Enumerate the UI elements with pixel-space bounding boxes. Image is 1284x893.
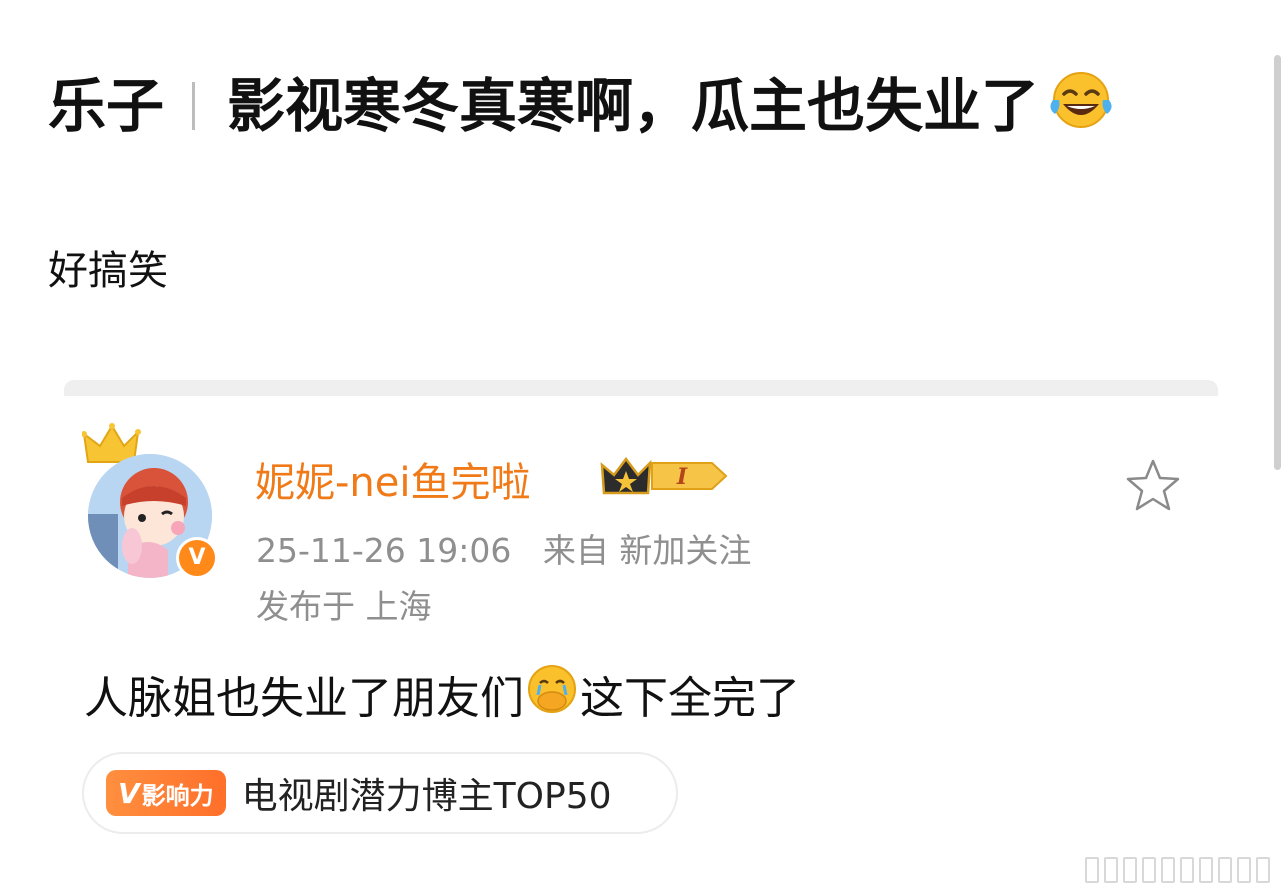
- source-prefix: 来自: [542, 531, 609, 570]
- crying-hands-over-mouth-emoji-icon: [526, 663, 578, 726]
- verified-badge-icon: V: [176, 537, 218, 579]
- location-prefix: 发布于: [256, 587, 355, 626]
- watermark-icon: [1085, 857, 1270, 883]
- content-text-before: 人脉姐也失业了朋友们: [84, 673, 524, 724]
- influence-tag-text: 电视剧潜力博主TOP50: [241, 776, 612, 817]
- post-source[interactable]: 新加关注: [619, 531, 751, 570]
- post-location: 发布于 上海: [256, 580, 432, 628]
- member-crown-badge-icon[interactable]: I: [600, 453, 732, 499]
- location-value: 上海: [365, 587, 432, 626]
- level-badge: I: [676, 464, 688, 490]
- tears-of-joy-emoji-icon: [1047, 70, 1115, 141]
- post-title: 影视寒冬真寒啊，瓜主也失业了: [227, 71, 1040, 140]
- post-meta: 25-11-26 19:06 来自 新加关注: [256, 524, 751, 572]
- favorite-star-icon[interactable]: [1124, 458, 1182, 514]
- post-content: 人脉姐也失业了朋友们 这下全完了: [84, 662, 800, 726]
- scrollbar[interactable]: [1274, 55, 1281, 470]
- post-header: 乐子 影视寒冬真寒啊，瓜主也失业了: [48, 70, 1115, 141]
- avatar-container[interactable]: V: [82, 422, 222, 579]
- quoted-card-top: [64, 380, 1218, 396]
- subtitle-text: 好搞笑: [48, 248, 168, 294]
- username[interactable]: 妮妮-nei鱼完啦: [255, 450, 531, 508]
- divider: [192, 81, 196, 130]
- influence-tag[interactable]: V 影响力 电视剧潜力博主TOP50: [82, 752, 678, 834]
- influence-badge: V 影响力: [106, 770, 226, 816]
- influence-badge-label: 影响力: [141, 781, 214, 810]
- content-text-after: 这下全完了: [580, 673, 800, 724]
- influence-v-icon: V: [118, 776, 140, 810]
- post-date: 25-11-26 19:06: [256, 531, 512, 570]
- category-label: 乐子: [48, 71, 165, 140]
